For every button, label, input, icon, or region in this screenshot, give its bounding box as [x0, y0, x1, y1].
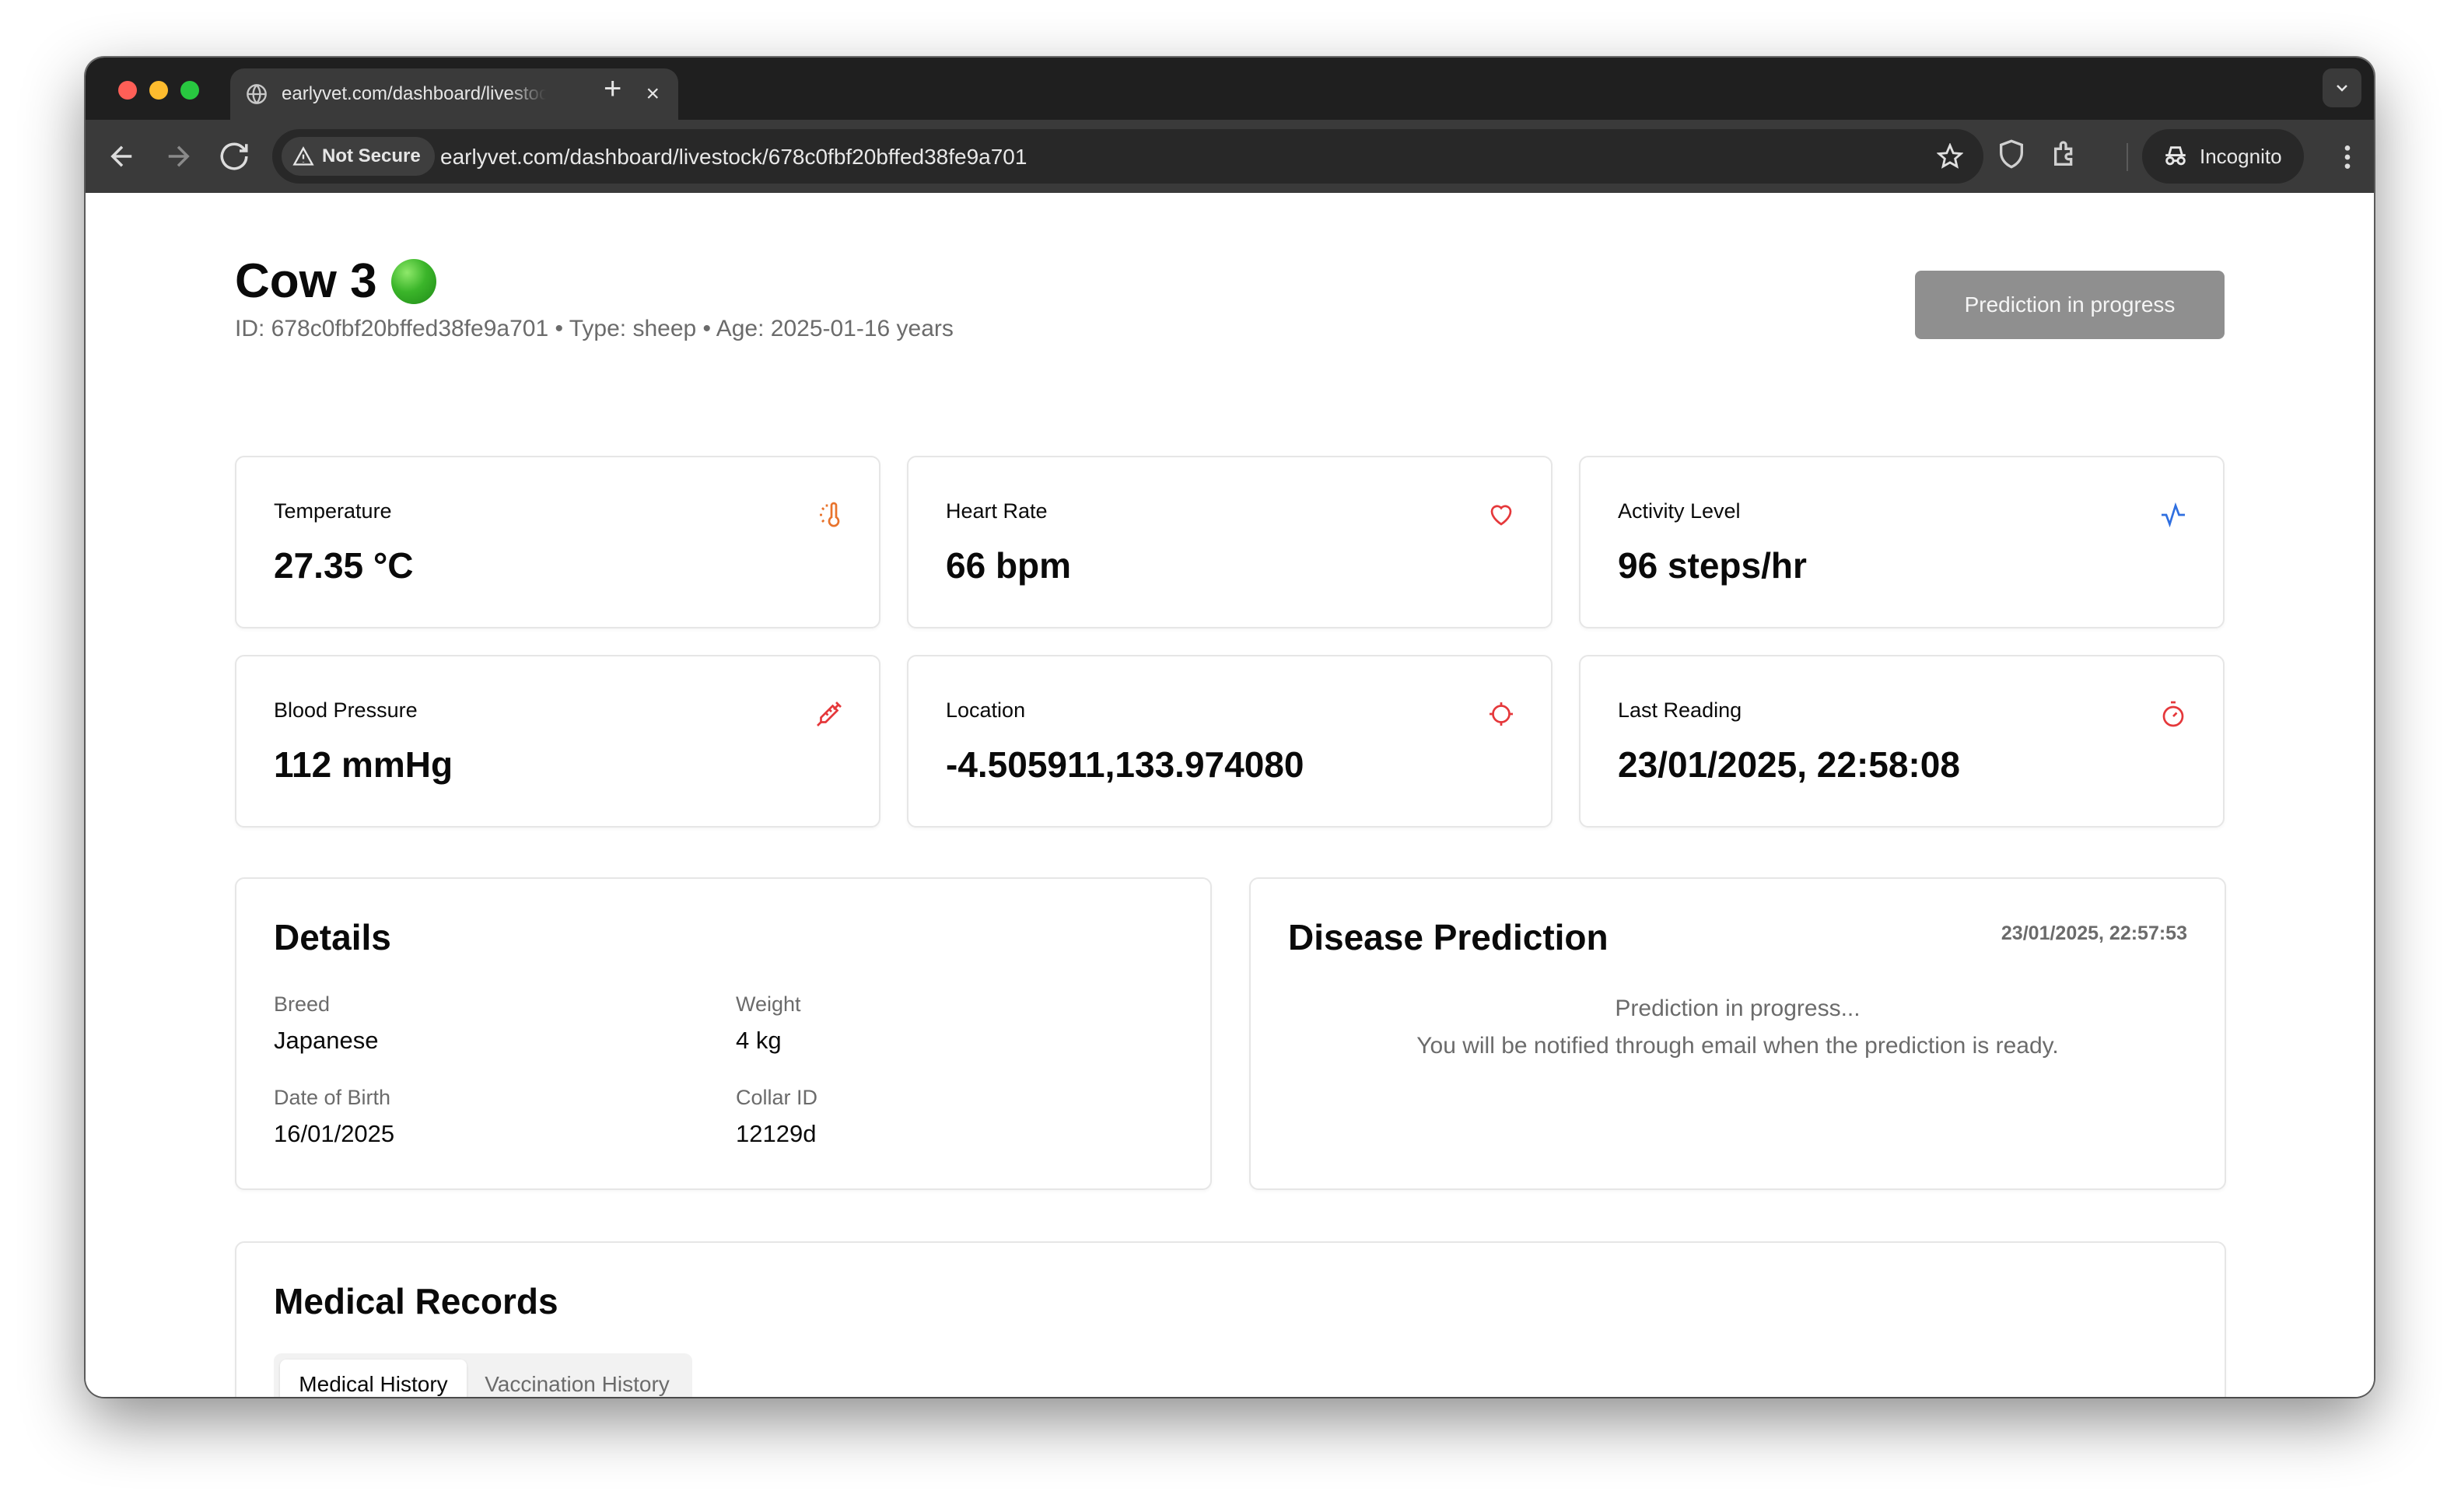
metric-value: 23/01/2025, 22:58:08 — [1618, 744, 1960, 785]
page-title: Cow 3 — [235, 254, 436, 309]
close-tab-icon[interactable]: × — [646, 81, 660, 107]
metric-label: Activity Level — [1618, 499, 1741, 523]
security-chip[interactable]: Not Secure — [282, 137, 435, 176]
reload-icon[interactable] — [218, 140, 250, 173]
prediction-note: You will be notified through email when … — [1416, 1033, 2059, 1059]
breed-value: Japanese — [274, 1027, 379, 1054]
heart-icon — [1490, 505, 1512, 526]
metric-value: 66 bpm — [946, 545, 1072, 586]
timer-icon — [2162, 701, 2184, 727]
metric-label: Location — [946, 698, 1026, 722]
metric-card-heart-rate: Heart Rate 66 bpm — [907, 456, 1553, 628]
records-tab-list: Medical History Vaccination History — [274, 1353, 692, 1397]
browser-window: earlyvet.com/dashboard/livestock/678c0fb… — [86, 58, 2374, 1397]
animal-name: Cow 3 — [235, 254, 377, 308]
metric-card-blood-pressure: Blood Pressure 112 mmHg — [235, 655, 880, 828]
back-icon[interactable] — [106, 140, 138, 173]
forward-icon[interactable] — [162, 140, 194, 173]
metric-label: Blood Pressure — [274, 698, 418, 722]
thermometer-sun-icon — [820, 502, 840, 527]
bookmark-star-icon[interactable] — [1937, 143, 1963, 170]
address-bar[interactable]: Not Secure earlyvet.com/dashboard/livest… — [272, 129, 1983, 184]
security-label: Not Secure — [322, 145, 421, 166]
weight-label: Weight — [736, 992, 801, 1016]
metric-label: Heart Rate — [946, 499, 1048, 523]
tab-strip: earlyvet.com/dashboard/livestock/678c0fb… — [86, 58, 2374, 120]
toolbar-divider — [2127, 143, 2128, 171]
minimize-window-button[interactable] — [149, 81, 168, 100]
prediction-title: Disease Prediction — [1288, 917, 1609, 957]
dob-label: Date of Birth — [274, 1086, 391, 1109]
warning-icon — [292, 146, 314, 166]
incognito-label: Incognito — [2200, 144, 2282, 168]
metric-card-temperature: Temperature 27.35 °C — [235, 456, 880, 628]
syringe-icon — [817, 702, 842, 726]
tab-vaccination-history[interactable]: Vaccination History — [470, 1360, 684, 1397]
metric-card-activity: Activity Level 96 steps/hr — [1579, 456, 2225, 628]
metric-card-location: Location -4.505911,133.974080 — [907, 655, 1553, 828]
more-menu-icon[interactable] — [2332, 142, 2363, 173]
metric-value: 112 mmHg — [274, 744, 453, 785]
metric-label: Last Reading — [1618, 698, 1742, 722]
breed-label: Breed — [274, 992, 331, 1016]
maximize-window-button[interactable] — [180, 81, 199, 100]
activity-icon — [2162, 502, 2185, 528]
metric-label: Temperature — [274, 499, 392, 523]
globe-icon — [247, 84, 267, 104]
collar-id-label: Collar ID — [736, 1086, 818, 1109]
metric-value: 96 steps/hr — [1618, 545, 1807, 586]
details-card: Details Breed Japanese Weight 4 kg Date … — [235, 877, 1212, 1190]
metric-card-last-reading: Last Reading 23/01/2025, 22:58:08 — [1579, 655, 2225, 828]
tab-title: earlyvet.com/dashboard/livestock/678c0fb… — [282, 83, 546, 104]
metric-value: 27.35 °C — [274, 545, 414, 586]
tab-search-button[interactable] — [2323, 68, 2361, 107]
prediction-button[interactable]: Prediction in progress — [1915, 271, 2225, 339]
browser-toolbar: Not Secure earlyvet.com/dashboard/livest… — [86, 120, 2374, 193]
tab-medical-history[interactable]: Medical History — [280, 1360, 467, 1397]
new-tab-button[interactable]: + — [604, 73, 621, 104]
prediction-status: Prediction in progress... — [1615, 996, 1861, 1021]
chevron-down-icon — [2337, 85, 2347, 92]
metric-value: -4.505911,133.974080 — [946, 744, 1304, 785]
animal-summary: ID: 678c0fbf20bffed38fe9a701 • Type: she… — [235, 316, 954, 341]
close-window-button[interactable] — [118, 81, 137, 100]
prediction-timestamp: 23/01/2025, 22:57:53 — [2001, 922, 2187, 944]
shield-icon[interactable] — [1996, 138, 2027, 170]
page-content: Cow 3 ID: 678c0fbf20bffed38fe9a701 • Typ… — [86, 193, 2374, 1397]
url-text[interactable]: earlyvet.com/dashboard/livestock/678c0fb… — [440, 145, 1027, 170]
incognito-profile-button[interactable]: Incognito — [2142, 129, 2304, 184]
locate-icon — [1490, 702, 1513, 726]
dob-value: 16/01/2025 — [274, 1120, 395, 1147]
disease-prediction-card: Disease Prediction 23/01/2025, 22:57:53 … — [1249, 877, 2226, 1190]
details-title: Details — [274, 917, 391, 957]
weight-value: 4 kg — [736, 1027, 782, 1054]
status-indicator-icon — [390, 258, 436, 304]
medical-records-card: Medical Records Medical History Vaccinat… — [235, 1241, 2226, 1397]
extensions-puzzle-icon[interactable] — [2050, 138, 2081, 170]
collar-id-value: 12129d — [736, 1120, 817, 1147]
medical-records-title: Medical Records — [274, 1281, 558, 1321]
incognito-icon — [2165, 146, 2186, 166]
